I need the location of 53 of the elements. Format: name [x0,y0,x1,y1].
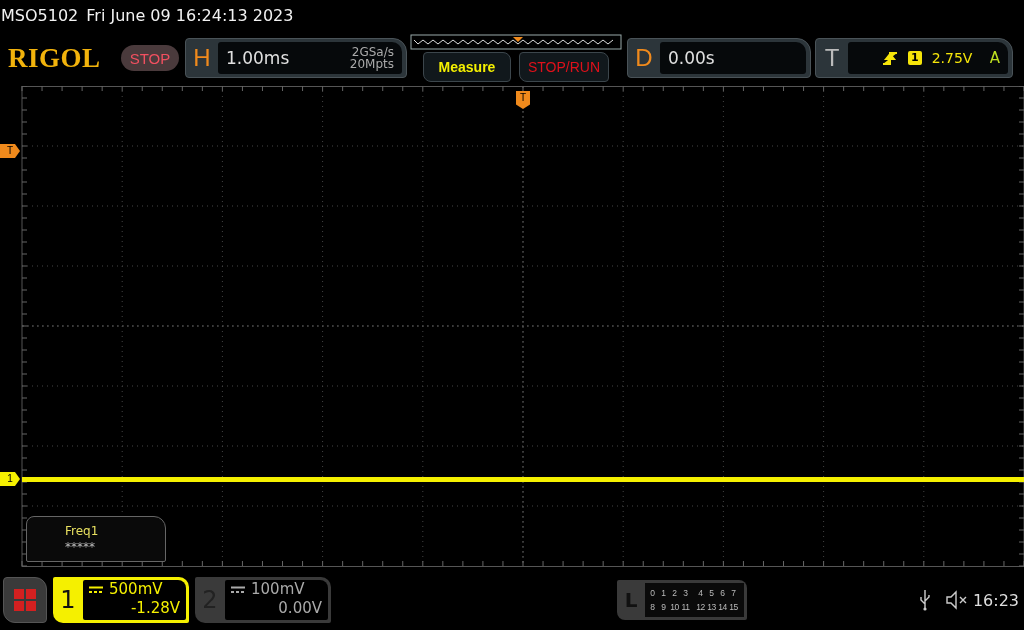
logic-channel-number: 7 [730,587,737,600]
sample-rate: 2GSa/s [351,46,394,58]
trigger-panel[interactable]: T 1 2.75V A [815,38,1013,78]
grid-icon [13,588,37,612]
logic-channel-number: 15 [728,601,739,614]
measurement-panel[interactable]: Freq1 ***** [26,516,166,562]
trigger-position-marker[interactable]: T [516,91,530,109]
logic-channel-number: 6 [719,587,726,600]
trigger-channel: 1 [908,51,922,65]
logic-channel-number: 0 [649,587,656,600]
horizontal-label: H [192,44,212,72]
measurement-name: Freq1 [65,524,100,538]
trigger-mode: A [989,49,1000,67]
channel-panel[interactable]: 1 500mV -1.28V [53,577,189,623]
channel-scale: 500mV [109,580,163,599]
memory-depth: 20Mpts [349,58,394,70]
model-name: MSO5102 [1,5,79,25]
logic-channel-number: 9 [660,601,667,614]
channel-offset: 0.00V [278,599,322,618]
timebase-value: 1.00ms [226,48,291,68]
muted-speaker-icon [944,590,969,610]
menu-button[interactable]: Measure [423,52,511,82]
delay-panel[interactable]: D 0.00s [627,38,811,78]
usb-icon [918,589,931,611]
delay-value: 0.00s [668,48,716,68]
trigger-level-marker[interactable]: T [0,144,20,158]
logic-channel-number: 14 [717,601,728,614]
brand-logo: RIGOL [8,42,102,74]
logic-channel-number: 11 [680,601,691,614]
horizontal-panel[interactable]: H 1.00ms 2GSa/s 20Mpts [185,38,407,78]
measurement-value: ***** [65,540,96,554]
logic-channel-number: 5 [708,587,715,600]
channel-scale: 100mV [251,580,305,599]
channel-offset: -1.28V [130,599,180,618]
trigger-level: 2.75V [931,50,974,66]
logic-channel-number: 3 [682,587,689,600]
logic-channel-number: 2 [671,587,678,600]
logic-channel-number: 13 [706,601,717,614]
logic-channel-number: 10 [669,601,680,614]
logic-channel-number: 8 [649,601,656,614]
channel-offset-marker[interactable]: 1 [0,472,20,486]
channel-number: 1 [59,586,77,614]
logic-channel-number: 4 [697,587,704,600]
date-time: Fri June 09 16:24:13 2023 [86,5,294,25]
app-menu-button[interactable] [3,577,47,623]
logic-channel-number: 1 [660,587,667,600]
dc-coupling-icon [231,585,245,594]
logic-channel-number: 12 [695,601,706,614]
menu-button[interactable]: STOP/RUN [519,52,609,82]
dc-coupling-icon [89,585,103,594]
clock-time: 16:23 [972,590,1019,610]
delay-label: D [634,44,654,72]
trigger-label: T [823,44,841,72]
